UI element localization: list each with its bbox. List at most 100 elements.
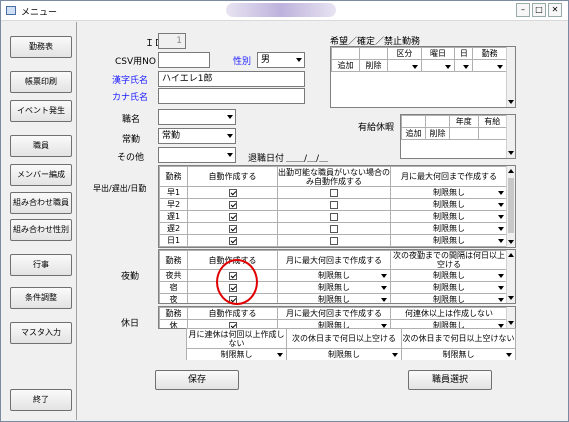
kana-name-field[interactable]: [158, 88, 305, 104]
sub-select-2[interactable]: 制限無し: [288, 350, 401, 360]
sidebar-item-conditions[interactable]: 条件調整: [10, 287, 72, 309]
sidebar-item-schedule[interactable]: 勤務表: [10, 36, 72, 58]
scroll-thumb[interactable]: [508, 178, 514, 233]
only-checkbox[interactable]: [330, 236, 338, 245]
wish-category-select[interactable]: [387, 59, 422, 72]
maximize-icon[interactable]: □: [532, 3, 546, 17]
sidebar-item-events[interactable]: 行事: [10, 254, 72, 276]
leave-scrollbar[interactable]: [506, 115, 515, 158]
early-row-shift: 日1: [159, 234, 188, 247]
holiday-sub-cell-3[interactable]: 制限無し: [401, 348, 516, 360]
work-select[interactable]: 常勤: [158, 128, 236, 144]
early-row-auto[interactable]: [187, 198, 278, 211]
scroll-down-icon[interactable]: [508, 151, 514, 155]
post-select[interactable]: [158, 109, 236, 125]
sidebar-item-pair-gender[interactable]: 組み合わせ性別: [10, 219, 72, 241]
early-row-max[interactable]: 制限無し: [390, 210, 508, 223]
sidebar-item-members[interactable]: メンバー編成: [10, 164, 72, 186]
only-checkbox[interactable]: [330, 188, 338, 197]
wish-scrollbar[interactable]: [506, 47, 515, 107]
night-scrollbar[interactable]: [506, 250, 515, 303]
max-select[interactable]: 制限無し: [392, 188, 507, 198]
auto-checkbox[interactable]: [228, 236, 237, 245]
kanji-name-field[interactable]: ハイエレ1郎: [158, 71, 305, 87]
leave-panel: 年度 有給 追加 削除: [400, 114, 516, 159]
early-row-only[interactable]: [277, 210, 391, 223]
early-row-only[interactable]: [277, 186, 391, 199]
holiday-sub-cell-2[interactable]: 制限無し: [286, 348, 402, 360]
gap-select[interactable]: 制限無し: [392, 271, 507, 281]
early-row-max[interactable]: 制限無し: [390, 234, 508, 247]
gender-select[interactable]: 男: [257, 52, 305, 68]
wish-weekday-select[interactable]: [420, 59, 456, 72]
night-row-gap[interactable]: 制限無し: [390, 281, 508, 294]
early-row-auto[interactable]: [187, 210, 278, 223]
sub-select-1[interactable]: 制限無し: [188, 350, 286, 360]
auto-checkbox[interactable]: [228, 224, 237, 233]
wish-delete-button[interactable]: 削除: [359, 59, 388, 72]
max-select[interactable]: 制限無し: [392, 212, 507, 222]
auto-checkbox[interactable]: [228, 200, 237, 209]
retire-date-field[interactable]: ＿＿/＿/＿: [286, 151, 328, 164]
wish-day-select[interactable]: [454, 59, 474, 72]
select-staff-button[interactable]: 職員選択: [408, 370, 492, 390]
scroll-up-icon[interactable]: [508, 253, 514, 257]
max-select[interactable]: 制限無し: [392, 200, 507, 210]
csv-field[interactable]: [158, 52, 210, 68]
scroll-down-icon[interactable]: [508, 240, 514, 244]
sidebar-item-print[interactable]: 帳票印刷: [10, 71, 72, 93]
leave-delete-button[interactable]: 削除: [425, 127, 450, 140]
early-scrollbar[interactable]: [506, 166, 515, 247]
holiday-header-shift: 勤務: [159, 307, 188, 320]
minimize-icon[interactable]: –: [516, 3, 530, 17]
early-row-max[interactable]: 制限無し: [390, 222, 508, 235]
holiday-scrollbar[interactable]: [506, 307, 515, 328]
wish-add-button[interactable]: 追加: [331, 59, 360, 72]
max-select[interactable]: 制限無し: [392, 236, 507, 246]
leave-add-button[interactable]: 追加: [401, 127, 426, 140]
scroll-down-icon[interactable]: [508, 296, 514, 300]
sidebar-item-master[interactable]: マスタ入力: [10, 322, 72, 344]
leave-paid-cell[interactable]: [477, 127, 507, 140]
early-row-auto[interactable]: [187, 234, 278, 247]
max-select[interactable]: 制限無し: [279, 283, 390, 293]
early-row-max[interactable]: 制限無し: [390, 198, 508, 211]
night-row-max[interactable]: 制限無し: [277, 293, 391, 303]
scroll-up-icon[interactable]: [508, 169, 514, 173]
night-row-gap[interactable]: 制限無し: [390, 269, 508, 282]
early-row-max[interactable]: 制限無し: [390, 186, 508, 199]
early-row-only[interactable]: [277, 222, 391, 235]
night-header-gap: 次の夜勤までの間隔は何日以上空ける: [390, 250, 508, 270]
night-row-gap[interactable]: 制限無し: [390, 293, 508, 303]
leave-year-cell[interactable]: [449, 127, 479, 140]
sidebar-item-pair-staff[interactable]: 組み合わせ職員: [10, 192, 72, 214]
close-icon[interactable]: ✕: [548, 3, 562, 17]
gap-select[interactable]: 制限無し: [392, 295, 507, 303]
max-select[interactable]: 制限無し: [279, 295, 390, 303]
night-row-max[interactable]: 制限無し: [277, 269, 391, 282]
other-select[interactable]: [158, 147, 236, 163]
only-checkbox[interactable]: [330, 224, 338, 233]
scroll-down-icon[interactable]: [508, 100, 514, 104]
early-row-auto[interactable]: [187, 222, 278, 235]
sidebar-item-event[interactable]: イベント発生: [10, 100, 72, 122]
early-row-only[interactable]: [277, 198, 391, 211]
holiday-sub-cell-1[interactable]: 制限無し: [186, 348, 287, 360]
max-select[interactable]: 制限無し: [279, 271, 390, 281]
auto-checkbox[interactable]: [228, 188, 237, 197]
sub-select-3[interactable]: 制限無し: [403, 350, 515, 360]
scroll-down-icon[interactable]: [508, 321, 514, 325]
auto-checkbox[interactable]: [228, 212, 237, 221]
early-row-auto[interactable]: [187, 186, 278, 199]
only-checkbox[interactable]: [330, 212, 338, 221]
night-row-max[interactable]: 制限無し: [277, 281, 391, 294]
early-row-only[interactable]: [277, 234, 391, 247]
exit-button[interactable]: 終了: [10, 389, 72, 411]
sidebar-item-staff[interactable]: 職員: [10, 135, 72, 157]
max-select[interactable]: 制限無し: [392, 224, 507, 234]
save-button[interactable]: 保存: [155, 370, 239, 390]
app-window: メニュー – □ ✕ 勤務表 帳票印刷 イベント発生 職員 メンバー編成 組み合…: [0, 0, 569, 422]
only-checkbox[interactable]: [330, 200, 338, 209]
gap-select[interactable]: 制限無し: [392, 283, 507, 293]
wish-shift-select[interactable]: [472, 59, 507, 72]
